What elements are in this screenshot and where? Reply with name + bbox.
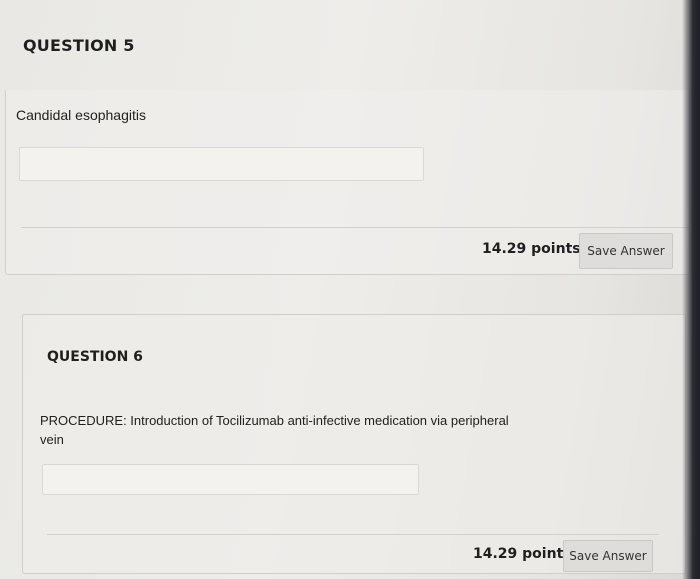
question-5-answer-field[interactable] <box>19 147 424 181</box>
question-5-points: 14.29 points <box>482 241 581 257</box>
question-6-answer-field[interactable] <box>42 464 419 495</box>
question-6-save-button[interactable]: Save Answer <box>563 540 653 572</box>
question-5-prompt: Candidal esophagitis <box>16 107 146 123</box>
screen-bezel <box>682 0 700 579</box>
question-6-points: 14.29 points <box>473 546 572 562</box>
question-6-title: QUESTION 6 <box>47 349 143 365</box>
question-6-card: QUESTION 6 PROCEDURE: Introduction of To… <box>22 314 686 574</box>
question-5-card: Candidal esophagitis 14.29 points Save A… <box>5 90 690 275</box>
question-5-title: QUESTION 5 <box>23 36 135 55</box>
question-6-prompt: PROCEDURE: Introduction of Tocilizumab a… <box>40 413 509 447</box>
question-5-divider <box>21 227 689 228</box>
question-6-divider <box>47 534 659 535</box>
question-5-save-button[interactable]: Save Answer <box>579 233 673 269</box>
